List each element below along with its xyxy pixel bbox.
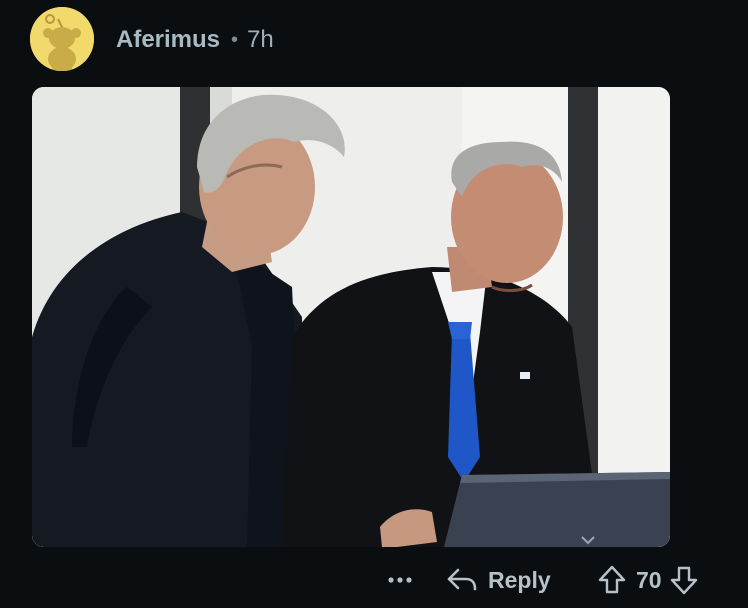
upvote-button[interactable] <box>596 564 628 596</box>
reply-button[interactable]: Reply <box>446 562 551 598</box>
snoo-avatar-icon <box>30 7 94 71</box>
vote-score: 70 <box>636 566 662 593</box>
comment-action-bar: Reply 70 <box>0 558 748 602</box>
author-name[interactable]: Aferimus <box>116 26 220 54</box>
vote-control: 70 <box>596 562 700 598</box>
timestamp[interactable]: 7h <box>247 26 274 54</box>
meta-separator: • <box>231 28 239 51</box>
arrow-down-icon <box>670 566 697 595</box>
comment-header: Aferimus • 7h <box>116 22 274 58</box>
ellipsis-icon <box>388 577 412 583</box>
reply-arrow-icon <box>447 568 477 591</box>
downvote-button[interactable] <box>668 564 700 596</box>
more-options-button[interactable] <box>384 566 416 592</box>
avatar[interactable] <box>30 7 94 71</box>
reply-label: Reply <box>488 566 551 593</box>
comment-image[interactable] <box>32 87 670 547</box>
comment: Aferimus • 7h Reply 70 <box>0 0 748 608</box>
photo-illustration <box>32 87 670 547</box>
arrow-up-icon <box>598 565 626 594</box>
